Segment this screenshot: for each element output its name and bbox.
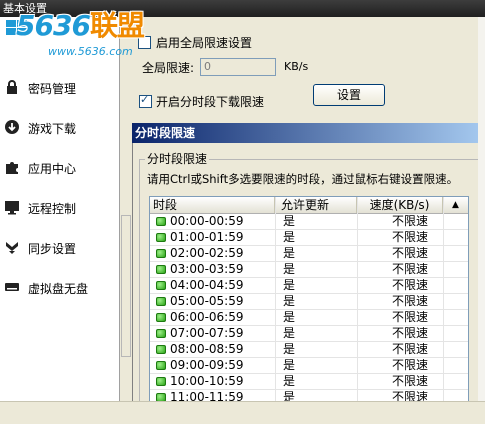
cell-period: 05:00-05:59: [170, 294, 244, 308]
sidebar-item-label: 同步设置: [28, 242, 77, 256]
column-period[interactable]: 时段: [150, 197, 275, 213]
cell-period: 06:00-06:59: [170, 310, 244, 324]
cell-allow-update: 是: [283, 262, 296, 276]
settings-button[interactable]: 设置: [313, 84, 385, 106]
column-speed[interactable]: 速度(KB/s): [357, 197, 443, 213]
status-dot-icon: [156, 377, 166, 386]
table-row[interactable]: 06:00-06:59 是 不限速: [150, 310, 468, 326]
main-content: 启用全局限速设置 全局限速: 0 KB/s 开启分时段下载限速 设置 分时段限速…: [121, 17, 485, 411]
sidebar-item-password[interactable]: 密码管理: [0, 73, 118, 103]
table-row[interactable]: 10:00-10:59 是 不限速: [150, 374, 468, 390]
monitor-icon: [5, 201, 19, 215]
sidebar-item-virtual-disk[interactable]: 虚拟盘无盘: [0, 273, 118, 303]
sidebar-item-label: 应用中心: [28, 162, 77, 176]
puzzle-icon: [6, 162, 18, 174]
logo-url: www.5636.com: [48, 45, 133, 58]
cell-speed: 不限速: [392, 294, 429, 308]
table-body: 00:00-00:59 是不限速 01:00-01:59 是不限速 02:00-02:5…: [150, 214, 468, 402]
schedule-panel: 分时段限速 请用Ctrl或Shift多选要限速的时段，通过鼠标右键设置限速。 时…: [132, 143, 485, 411]
cell-period: 04:00-04:59: [170, 278, 244, 292]
cell-period: 07:00-07:59: [170, 326, 244, 340]
cell-allow-update: 是: [283, 246, 296, 260]
cell-speed: 不限速: [392, 214, 429, 228]
cell-allow-update: 是: [283, 294, 296, 308]
table-row[interactable]: 09:00-09:59 是 不限速: [150, 358, 468, 374]
sidebar-item-label: 游戏下载: [28, 122, 77, 136]
cell-period: 03:00-03:59: [170, 262, 244, 276]
sidebar-item-app-center[interactable]: 应用中心: [0, 153, 118, 183]
column-allow-update[interactable]: 允许更新: [275, 197, 357, 213]
schedule-limit-checkbox[interactable]: [139, 93, 152, 108]
cell-speed: 不限速: [392, 310, 429, 324]
sidebar-item-label: 虚拟盘无盘: [28, 282, 89, 296]
cell-speed: 不限速: [392, 230, 429, 244]
status-dot-icon: [156, 233, 166, 242]
sidebar: 密码管理 游戏下载 应用中心 远程控制 同步设置 虚拟盘无盘: [0, 17, 120, 401]
schedule-table: 时段 允许更新 速度(KB/s) ▲ 00:00-00:59 是不限速 01:00-…: [149, 196, 469, 403]
sidebar-item-remote-control[interactable]: 远程控制: [0, 193, 118, 223]
lock-icon: [7, 80, 17, 94]
status-dot-icon: [156, 249, 166, 258]
cell-allow-update: 是: [283, 214, 296, 228]
sort-arrow-icon[interactable]: ▲: [443, 197, 468, 213]
status-dot-icon: [156, 345, 166, 354]
cell-allow-update: 是: [283, 278, 296, 292]
splitter-handle[interactable]: [121, 215, 131, 357]
table-row[interactable]: 00:00-00:59 是 不限速: [150, 214, 468, 230]
cell-speed: 不限速: [392, 262, 429, 276]
vertical-scrollbar[interactable]: [478, 17, 485, 401]
global-speed-unit: KB/s: [284, 60, 309, 73]
status-dot-icon: [156, 297, 166, 306]
status-dot-icon: [156, 313, 166, 322]
status-dot-icon: [156, 265, 166, 274]
schedule-limit-label: 开启分时段下载限速: [156, 95, 265, 109]
status-dot-icon: [156, 281, 166, 290]
cell-period: 09:00-09:59: [170, 358, 244, 372]
download-icon: [5, 120, 19, 134]
sidebar-item-sync-settings[interactable]: 同步设置: [0, 233, 118, 263]
cell-speed: 不限速: [392, 326, 429, 340]
table-row[interactable]: 07:00-07:59 是 不限速: [150, 326, 468, 342]
cell-speed: 不限速: [392, 374, 429, 388]
cell-period: 01:00-01:59: [170, 230, 244, 244]
table-row[interactable]: 08:00-08:59 是 不限速: [150, 342, 468, 358]
cell-allow-update: 是: [283, 310, 296, 324]
status-dot-icon: [156, 361, 166, 370]
cell-allow-update: 是: [283, 358, 296, 372]
logo-text: 5636联盟: [16, 9, 145, 42]
table-row[interactable]: 04:00-04:59 是 不限速: [150, 278, 468, 294]
cell-speed: 不限速: [392, 342, 429, 356]
status-dot-icon: [156, 329, 166, 338]
cell-allow-update: 是: [283, 342, 296, 356]
table-row[interactable]: 01:00-01:59 是 不限速: [150, 230, 468, 246]
cell-speed: 不限速: [392, 278, 429, 292]
status-dot-icon: [156, 217, 166, 226]
cell-allow-update: 是: [283, 374, 296, 388]
disk-icon: [5, 283, 19, 291]
sidebar-item-label: 密码管理: [28, 82, 77, 96]
table-row[interactable]: 05:00-05:59 是 不限速: [150, 294, 468, 310]
logo: 5636联盟 www.5636.com: [0, 2, 200, 62]
cell-period: 08:00-08:59: [170, 342, 244, 356]
cell-allow-update: 是: [283, 326, 296, 340]
cell-period: 00:00-00:59: [170, 214, 244, 228]
status-bar: [0, 401, 485, 424]
cell-speed: 不限速: [392, 358, 429, 372]
cell-period: 10:00-10:59: [170, 374, 244, 388]
cell-period: 02:00-02:59: [170, 246, 244, 260]
table-header: 时段 允许更新 速度(KB/s) ▲: [150, 197, 468, 214]
group-title: 分时段限速: [145, 150, 210, 167]
sidebar-item-game-download[interactable]: 游戏下载: [0, 113, 118, 143]
cell-allow-update: 是: [283, 230, 296, 244]
sidebar-item-label: 远程控制: [28, 202, 77, 216]
table-row[interactable]: 03:00-03:59 是 不限速: [150, 262, 468, 278]
panel-header: 分时段限速: [132, 123, 485, 143]
global-speed-input[interactable]: 0: [200, 58, 276, 76]
cell-speed: 不限速: [392, 246, 429, 260]
sync-icon: [6, 242, 18, 254]
hint-text: 请用Ctrl或Shift多选要限速的时段，通过鼠标右键设置限速。: [147, 172, 459, 186]
table-row[interactable]: 02:00-02:59 是 不限速: [150, 246, 468, 262]
